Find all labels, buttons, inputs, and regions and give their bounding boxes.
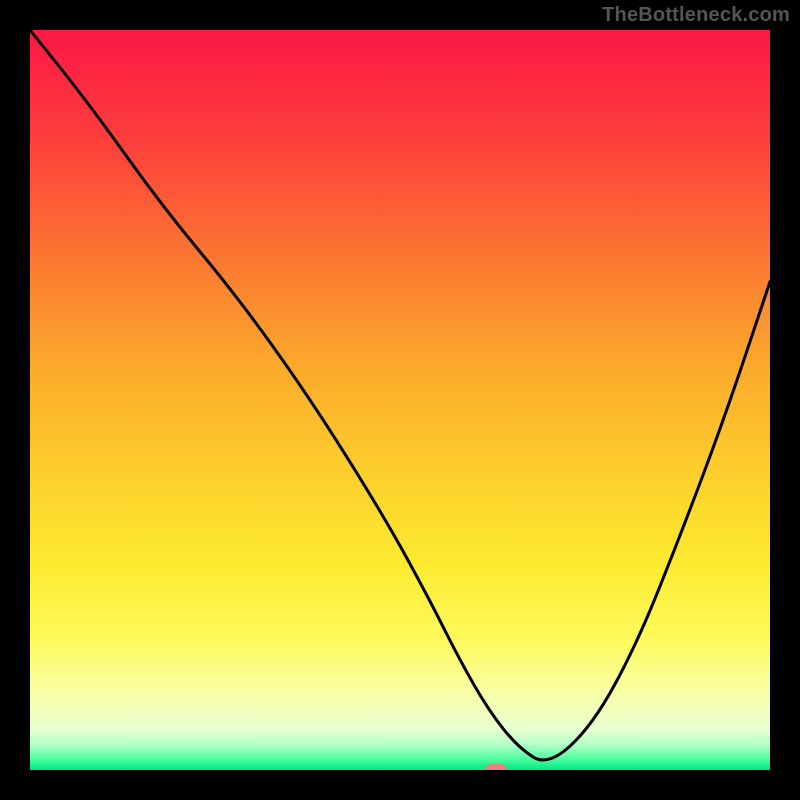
chart-frame: TheBottleneck.com <box>0 0 800 800</box>
bottleneck-curve <box>30 30 770 760</box>
plot-area <box>30 30 770 770</box>
optimal-marker <box>485 764 507 770</box>
watermark-text: TheBottleneck.com <box>602 4 790 27</box>
curve-layer <box>30 30 770 770</box>
